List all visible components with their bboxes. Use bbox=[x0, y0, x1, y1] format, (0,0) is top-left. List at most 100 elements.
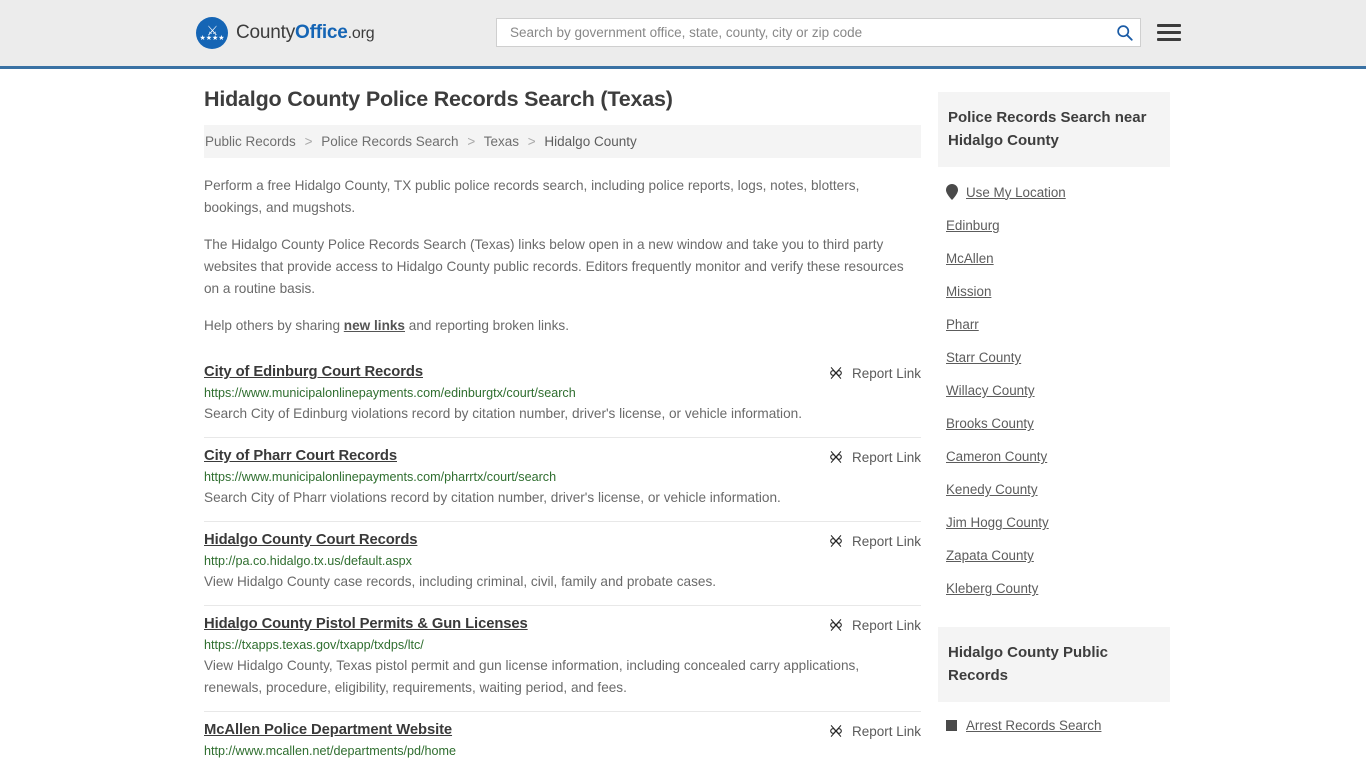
map-pin-icon bbox=[946, 184, 958, 200]
result-item: City of Edinburg Court Records Report Li… bbox=[204, 356, 921, 437]
result-title-link[interactable]: Hidalgo County Pistol Permits & Gun Lice… bbox=[204, 616, 528, 632]
result-url: http://pa.co.hidalgo.tx.us/default.aspx bbox=[204, 554, 412, 568]
sidebar-item-mcallen[interactable]: McAllen bbox=[946, 242, 1170, 275]
sidebar-item-kleberg-county[interactable]: Kleberg County bbox=[946, 572, 1170, 605]
breadcrumb-item-public-records[interactable]: Public Records bbox=[205, 134, 296, 149]
sidebar-link-label[interactable]: Kleberg County bbox=[946, 581, 1038, 596]
sidebar-link-label[interactable]: McAllen bbox=[946, 251, 994, 266]
logo-text-org: .org bbox=[347, 25, 375, 42]
result-url: http://www.mcallen.net/departments/pd/ho… bbox=[204, 744, 457, 758]
hamburger-bar-2 bbox=[1157, 31, 1181, 34]
sidebar-item-mission[interactable]: Mission bbox=[946, 275, 1170, 308]
help-prefix: Help others by sharing bbox=[204, 318, 344, 333]
report-link-button[interactable]: Report Link bbox=[828, 617, 921, 633]
result-header: City of Edinburg Court Records Report Li… bbox=[204, 364, 921, 381]
report-link-button[interactable]: Report Link bbox=[828, 723, 921, 739]
breadcrumb-item-texas[interactable]: Texas bbox=[484, 134, 519, 149]
report-link-label: Report Link bbox=[851, 365, 921, 381]
logo-text-office: Office bbox=[295, 22, 348, 43]
sidebar-link-label[interactable]: Starr County bbox=[946, 350, 1021, 365]
result-header: Hidalgo County Court Records Report Link bbox=[204, 532, 921, 549]
sidebar-item-brooks-county[interactable]: Brooks County bbox=[946, 407, 1170, 440]
sidebar-link-label[interactable]: Willacy County bbox=[946, 383, 1035, 398]
sidebar-item-starr-county[interactable]: Starr County bbox=[946, 341, 1170, 374]
sidebar-item-cameron-county[interactable]: Cameron County bbox=[946, 440, 1170, 473]
sidebar-nearby-links: Use My Location Edinburg McAllen Mission… bbox=[938, 167, 1170, 605]
sidebar-link-label[interactable]: Cameron County bbox=[946, 449, 1047, 464]
result-header: Hidalgo County Pistol Permits & Gun Lice… bbox=[204, 616, 921, 633]
results-list: City of Edinburg Court Records Report Li… bbox=[204, 356, 921, 770]
breadcrumb-item-police-records-search[interactable]: Police Records Search bbox=[321, 134, 458, 149]
result-url: https://txapps.texas.gov/txapp/txdps/ltc… bbox=[204, 638, 424, 652]
header-search-area bbox=[496, 18, 1181, 47]
result-title-link[interactable]: Hidalgo County Court Records bbox=[204, 532, 418, 548]
sidebar-public-records-list: Arrest Records Search bbox=[938, 702, 1170, 737]
broken-link-icon bbox=[830, 535, 842, 547]
new-links-link[interactable]: new links bbox=[344, 318, 405, 333]
eagle-icon: ⚔ bbox=[206, 22, 219, 38]
result-url: https://www.municipalonlinepayments.com/… bbox=[204, 386, 576, 400]
sidebar-nearby-heading: Police Records Search near Hidalgo Count… bbox=[938, 92, 1170, 167]
site-header: ⚔ ★★★★ CountyOffice.org bbox=[0, 0, 1366, 69]
result-item: Hidalgo County Court Records Report Link… bbox=[204, 521, 921, 605]
logo-text: CountyOffice.org bbox=[236, 22, 375, 44]
search-input[interactable] bbox=[508, 24, 1114, 41]
sidebar-link-label[interactable]: Pharr bbox=[946, 317, 979, 332]
logo-text-county: County bbox=[236, 22, 296, 43]
result-description: View Hidalgo County, Texas pistol permit… bbox=[204, 658, 860, 695]
county-office-emblem-icon: ⚔ ★★★★ bbox=[196, 17, 228, 49]
report-link-button[interactable]: Report Link bbox=[828, 365, 921, 381]
sidebar-link-label[interactable]: Jim Hogg County bbox=[946, 515, 1049, 530]
result-description: Search City of Pharr violations record b… bbox=[204, 490, 781, 505]
result-url: https://www.municipalonlinepayments.com/… bbox=[204, 470, 557, 484]
sidebar-item-kenedy-county[interactable]: Kenedy County bbox=[946, 473, 1170, 506]
sidebar-link-label[interactable]: Mission bbox=[946, 284, 991, 299]
sidebar-public-records-heading: Hidalgo County Public Records bbox=[938, 627, 1170, 702]
report-link-label: Report Link bbox=[851, 723, 921, 739]
result-header: McAllen Police Department Website Report… bbox=[204, 722, 921, 739]
report-link-label: Report Link bbox=[851, 449, 921, 465]
result-item: Hidalgo County Pistol Permits & Gun Lice… bbox=[204, 605, 921, 711]
sidebar-item-edinburg[interactable]: Edinburg bbox=[946, 209, 1170, 242]
sidebar-item-use-my-location[interactable]: Use My Location bbox=[946, 175, 1170, 209]
result-description: View Hidalgo County case records, includ… bbox=[204, 574, 717, 589]
breadcrumb-separator: > bbox=[467, 134, 476, 149]
sidebar-link-label[interactable]: Brooks County bbox=[946, 416, 1034, 431]
broken-link-icon bbox=[830, 367, 842, 379]
search-box[interactable] bbox=[496, 18, 1141, 47]
square-bullet-icon bbox=[946, 720, 957, 731]
sidebar-item-jim-hogg-county[interactable]: Jim Hogg County bbox=[946, 506, 1170, 539]
sidebar-link-label[interactable]: Use My Location bbox=[966, 185, 1066, 200]
result-item: McAllen Police Department Website Report… bbox=[204, 711, 921, 770]
help-suffix: and reporting broken links. bbox=[405, 318, 569, 333]
sidebar-item-arrest-records-search[interactable]: Arrest Records Search bbox=[946, 714, 1170, 737]
intro-text: Perform a free Hidalgo County, TX public… bbox=[204, 175, 921, 337]
result-header: City of Pharr Court Records Report Link bbox=[204, 448, 921, 465]
search-icon[interactable] bbox=[1114, 23, 1134, 43]
sidebar-link-label[interactable]: Zapata County bbox=[946, 548, 1034, 563]
broken-link-icon bbox=[830, 451, 842, 463]
breadcrumb: Public Records > Police Records Search >… bbox=[204, 125, 921, 158]
result-title-link[interactable]: City of Edinburg Court Records bbox=[204, 364, 423, 380]
sidebar: Police Records Search near Hidalgo Count… bbox=[938, 92, 1170, 737]
sidebar-link-label[interactable]: Arrest Records Search bbox=[966, 718, 1101, 733]
breadcrumb-separator: > bbox=[527, 134, 536, 149]
report-link-button[interactable]: Report Link bbox=[828, 449, 921, 465]
result-title-link[interactable]: McAllen Police Department Website bbox=[204, 722, 452, 738]
sidebar-item-pharr[interactable]: Pharr bbox=[946, 308, 1170, 341]
page-title: Hidalgo County Police Records Search (Te… bbox=[204, 87, 673, 111]
sidebar-link-label[interactable]: Kenedy County bbox=[946, 482, 1038, 497]
report-link-label: Report Link bbox=[851, 533, 921, 549]
breadcrumb-separator: > bbox=[304, 134, 313, 149]
site-logo[interactable]: ⚔ ★★★★ CountyOffice.org bbox=[196, 17, 375, 49]
report-link-button[interactable]: Report Link bbox=[828, 533, 921, 549]
sidebar-link-label[interactable]: Edinburg bbox=[946, 218, 1000, 233]
result-title-link[interactable]: City of Pharr Court Records bbox=[204, 448, 397, 464]
intro-paragraph-3: Help others by sharing new links and rep… bbox=[204, 315, 921, 337]
sidebar-item-zapata-county[interactable]: Zapata County bbox=[946, 539, 1170, 572]
result-item: City of Pharr Court Records Report Link … bbox=[204, 437, 921, 521]
breadcrumb-item-hidalgo-county: Hidalgo County bbox=[544, 134, 637, 149]
hamburger-bar-1 bbox=[1157, 24, 1181, 27]
sidebar-item-willacy-county[interactable]: Willacy County bbox=[946, 374, 1170, 407]
hamburger-menu-icon[interactable] bbox=[1157, 24, 1181, 41]
